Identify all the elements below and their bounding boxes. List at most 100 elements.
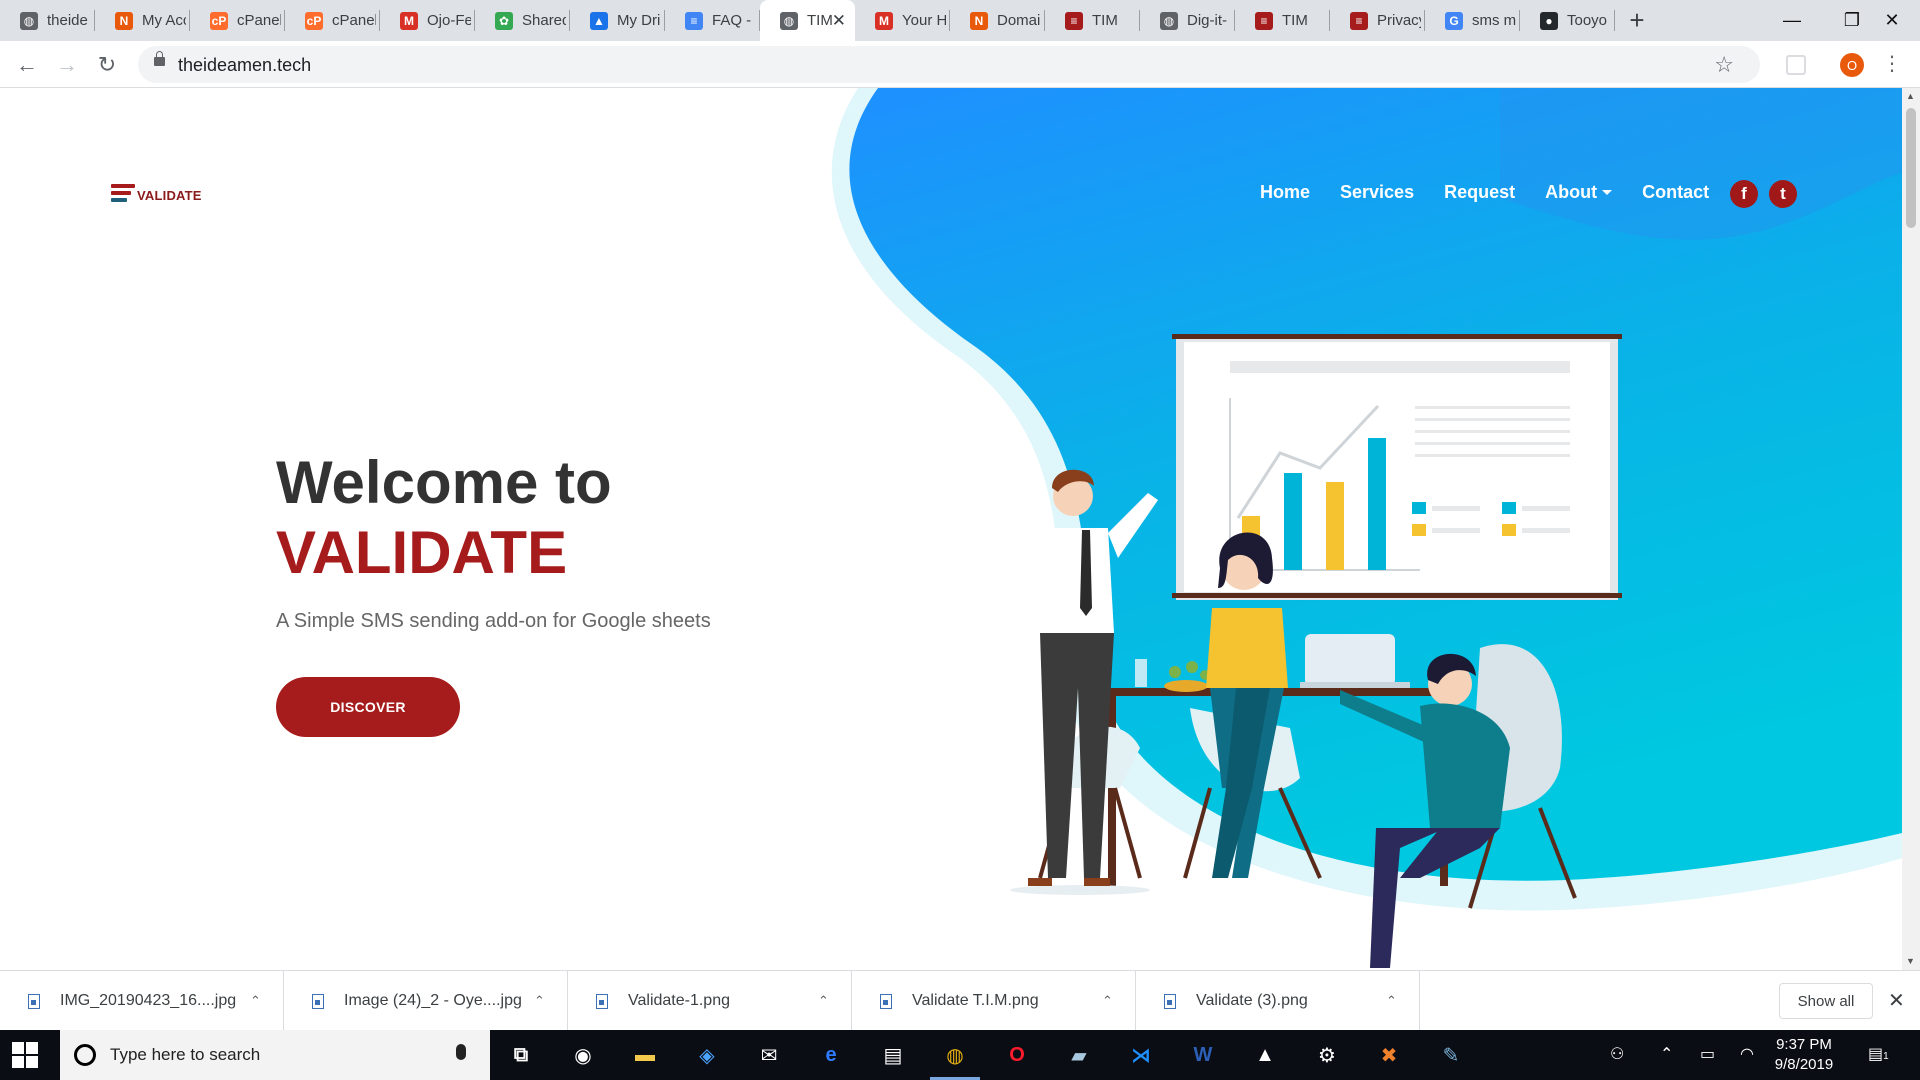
word-icon[interactable]: W <box>1186 1039 1220 1071</box>
vscode-icon[interactable]: ⋊ <box>1124 1039 1158 1071</box>
download-item[interactable]: IMG_20190423_16....jpg ⌃ <box>0 971 284 1031</box>
hero-title-brand: VALIDATE <box>276 519 568 586</box>
extension-icon[interactable] <box>1786 55 1806 75</box>
nav-home[interactable]: Home <box>1260 182 1310 203</box>
battery-icon[interactable]: ▭ <box>1700 1044 1715 1064</box>
paint-icon[interactable]: ✎ <box>1434 1039 1468 1071</box>
file-explorer-icon[interactable]: ▬ <box>628 1039 662 1071</box>
browser-tab[interactable]: M Your H <box>855 0 950 41</box>
browser-tab[interactable]: ✿ Shared <box>475 0 570 41</box>
kebab-menu-icon[interactable]: ⋮ <box>1882 51 1902 76</box>
scroll-up-icon[interactable]: ▲ <box>1906 91 1915 101</box>
browser-tab[interactable]: ≡ Privacy <box>1330 0 1425 41</box>
chevron-up-icon[interactable]: ⌃ <box>1386 993 1397 1009</box>
nav-about[interactable]: About <box>1545 182 1613 203</box>
forward-icon[interactable]: → <box>52 50 82 80</box>
taskbar-search[interactable]: Type here to search <box>60 1030 490 1080</box>
wifi-icon[interactable]: ◠ <box>1740 1044 1754 1064</box>
nav-contact[interactable]: Contact <box>1642 182 1709 203</box>
globe-icon: ◍ <box>20 11 38 30</box>
page-scrollbar[interactable]: ▲ ▼ <box>1902 88 1920 970</box>
url-text[interactable]: theideamen.tech <box>178 55 311 76</box>
globe-icon: ◍ <box>780 11 798 30</box>
bookmark-star-icon[interactable]: ☆ <box>1714 52 1734 78</box>
caret-down-icon <box>1602 190 1613 195</box>
opera-icon[interactable]: O <box>1000 1039 1034 1071</box>
chevron-up-icon[interactable]: ⌃ <box>534 993 545 1009</box>
edge-icon[interactable]: e <box>814 1039 848 1071</box>
cortana-icon[interactable] <box>74 1044 96 1066</box>
tab-title: TIM <box>807 12 833 29</box>
close-tab-icon[interactable]: ✕ <box>832 11 846 31</box>
browser-tab[interactable]: cP cPanel <box>285 0 380 41</box>
notification-center-icon[interactable]: ▤1 <box>1868 1044 1889 1064</box>
browser-tab[interactable]: N My Acc <box>95 0 190 41</box>
windows-start-icon[interactable] <box>12 1042 38 1068</box>
discover-button[interactable]: DISCOVER <box>276 677 460 737</box>
people-icon[interactable]: ⚇ <box>1610 1044 1624 1064</box>
system-clock[interactable]: 9:37 PM 9/8/2019 <box>1764 1035 1844 1075</box>
chevron-up-tray-icon[interactable]: ⌃ <box>1660 1044 1673 1064</box>
address-bar[interactable]: theideamen.tech ☆ <box>138 46 1760 83</box>
download-item[interactable]: Image (24)_2 - Oye....jpg ⌃ <box>284 971 568 1031</box>
download-item[interactable]: Validate (3).png ⌃ <box>1136 971 1420 1031</box>
scroll-down-icon[interactable]: ▼ <box>1906 956 1915 966</box>
notes-app-icon[interactable]: ▰ <box>1062 1039 1096 1071</box>
mail-icon[interactable]: ✉ <box>752 1039 786 1071</box>
browser-tab[interactable]: N Domai <box>950 0 1045 41</box>
validate-icon: ≡ <box>1255 11 1273 30</box>
browser-tab[interactable]: cP cPanel <box>190 0 285 41</box>
store-icon[interactable]: ▤ <box>876 1039 910 1071</box>
download-bar: IMG_20190423_16....jpg ⌃ Image (24)_2 - … <box>0 970 1920 1031</box>
twitter-icon[interactable]: t <box>1769 180 1797 208</box>
main-nav: Home Services Request About Contact <box>1260 182 1739 203</box>
xampp-icon[interactable]: ✖ <box>1372 1039 1406 1071</box>
close-icon[interactable]: ✕ <box>1888 988 1905 1013</box>
browser-tab[interactable]: ◍ theide <box>0 0 95 41</box>
groove-music-icon[interactable]: ◉ <box>566 1039 600 1071</box>
browser-tab[interactable]: Gsms m <box>1425 0 1520 41</box>
reload-icon[interactable]: ↻ <box>92 50 122 80</box>
show-all-button[interactable]: Show all <box>1779 983 1873 1019</box>
chevron-up-icon[interactable]: ⌃ <box>1102 993 1113 1009</box>
browser-tab[interactable]: ● Tooyo <box>1520 0 1615 41</box>
web-page: VALIDATE Home Services Request About Con… <box>0 88 1902 970</box>
clock-time: 9:37 PM <box>1776 1036 1832 1053</box>
download-item[interactable]: Validate-1.png ⌃ <box>568 971 852 1031</box>
safari-icon[interactable]: ◈ <box>690 1039 724 1071</box>
facebook-icon[interactable]: f <box>1730 180 1758 208</box>
chevron-up-icon[interactable]: ⌃ <box>250 993 261 1009</box>
nav-services[interactable]: Services <box>1340 182 1414 203</box>
nav-request[interactable]: Request <box>1444 182 1515 203</box>
scrollbar-thumb[interactable] <box>1906 108 1916 228</box>
browser-tab[interactable]: ◍ TIM ✕ <box>760 0 855 41</box>
close-window-button[interactable]: ✕ <box>1862 0 1920 41</box>
download-item[interactable]: Validate T.I.M.png ⌃ <box>852 971 1136 1031</box>
site-logo[interactable]: VALIDATE <box>111 183 202 207</box>
browser-tab[interactable]: ≡ TIM <box>1235 0 1330 41</box>
microphone-icon[interactable] <box>456 1044 466 1060</box>
chevron-up-icon[interactable]: ⌃ <box>818 993 829 1009</box>
tab-title: Dig-it- <box>1187 12 1227 29</box>
browser-tab[interactable]: M Ojo-Fe <box>380 0 475 41</box>
photos-icon[interactable]: ▲ <box>1248 1039 1282 1071</box>
back-icon[interactable]: ← <box>12 50 42 80</box>
nav-about-label: About <box>1545 182 1598 202</box>
browser-tab[interactable]: ◍ Dig-it- <box>1140 0 1235 41</box>
tab-strip: ◍ theide N My Acc cP cPanel cP cPanel M Ojo-Fe ✿ Sh… <box>0 0 1920 41</box>
settings-gear-icon[interactable]: ⚙ <box>1310 1039 1344 1071</box>
minimize-button[interactable]: — <box>1762 0 1822 41</box>
task-view-icon[interactable]: ⧉ <box>504 1039 538 1071</box>
tab-title: Ojo-Fe <box>427 12 471 29</box>
logo-text: VALIDATE <box>137 187 202 203</box>
browser-tab[interactable]: ≡ FAQ - <box>665 0 760 41</box>
browser-tab[interactable]: ≡ TIM <box>1045 0 1140 41</box>
chrome-icon[interactable]: ◍ <box>930 1039 980 1080</box>
profile-avatar[interactable]: O <box>1840 53 1864 77</box>
download-filename: IMG_20190423_16....jpg <box>60 992 237 1009</box>
tab-title: sms m <box>1472 12 1516 29</box>
browser-toolbar: ← → ↻ theideamen.tech ☆ O ⋮ <box>0 41 1920 88</box>
browser-tab[interactable]: ▲ My Dri <box>570 0 665 41</box>
logo-mark-icon <box>111 183 135 207</box>
new-tab-button[interactable]: + <box>1615 0 1659 41</box>
